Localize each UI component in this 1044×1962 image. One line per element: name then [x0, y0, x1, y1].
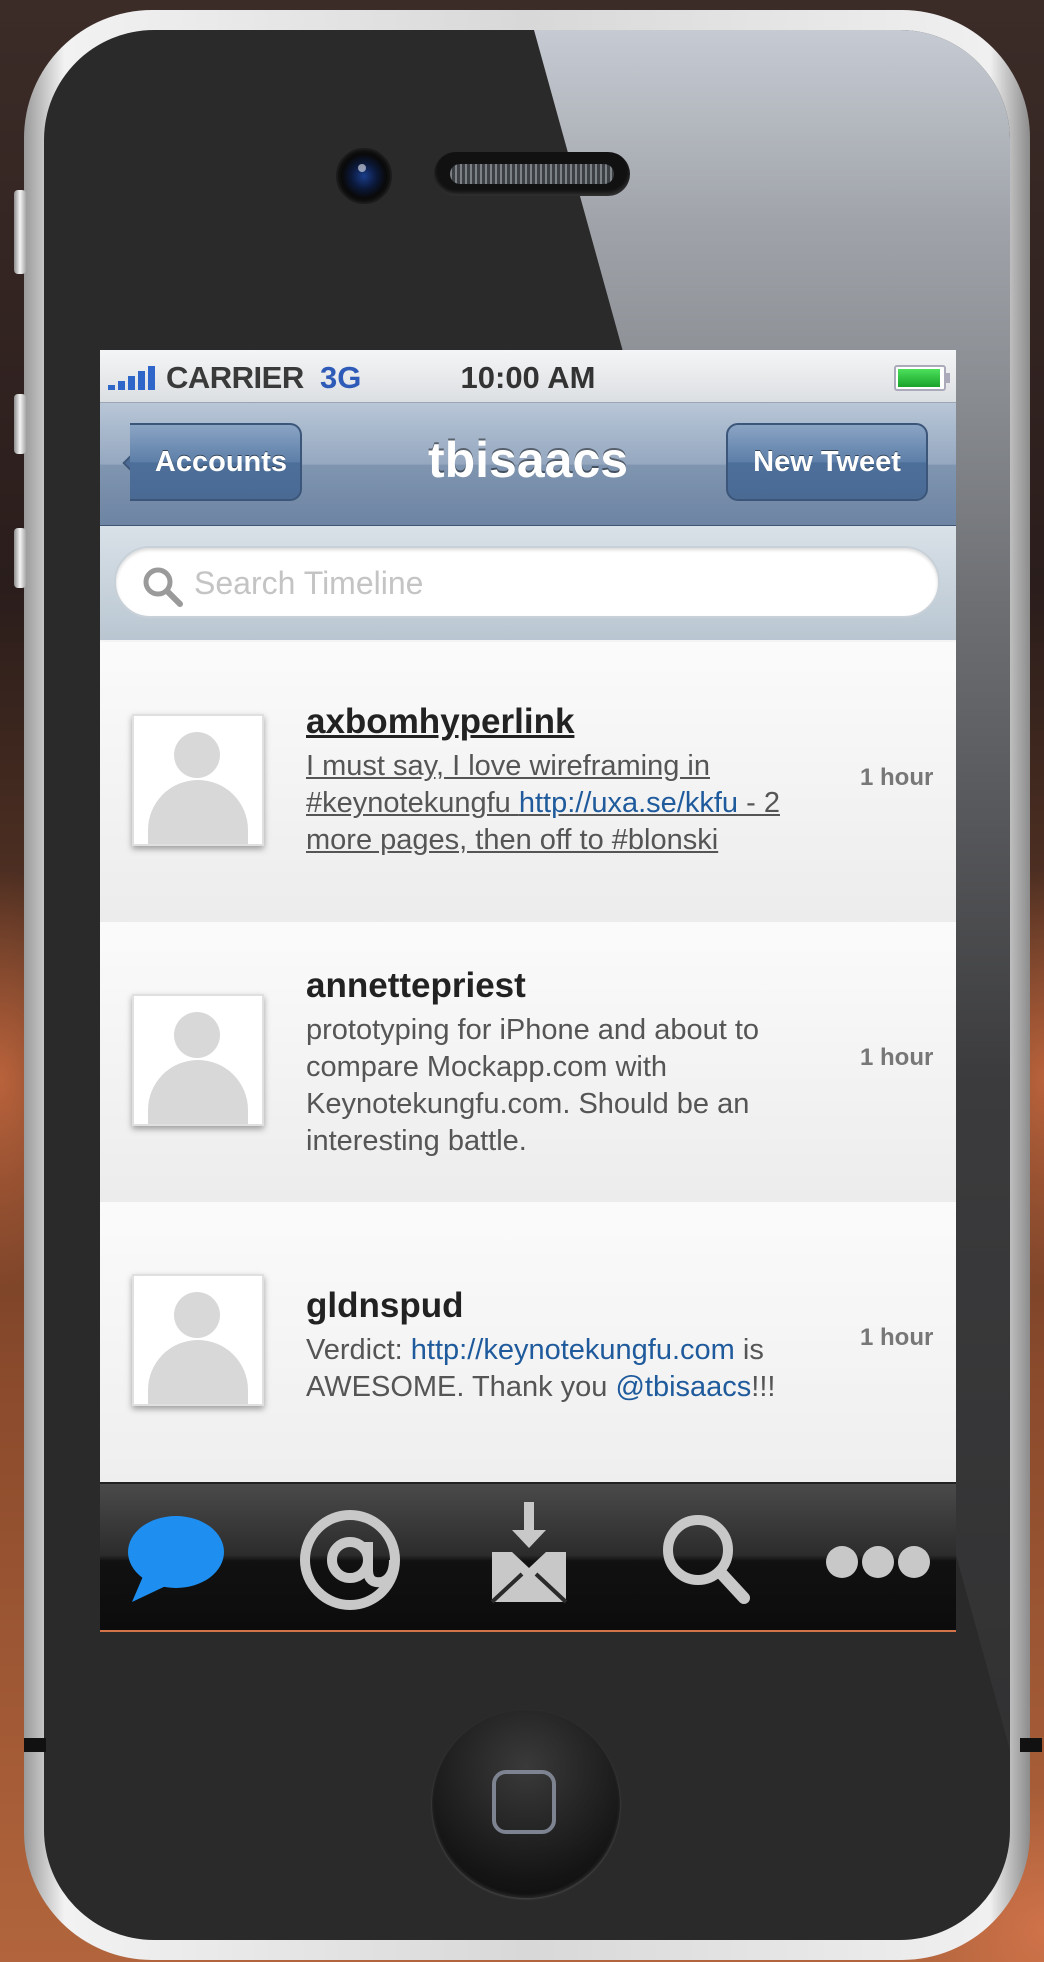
search-field[interactable] — [114, 546, 940, 618]
tweet-username[interactable]: annettepriest — [306, 966, 526, 1006]
home-button[interactable] — [432, 1710, 620, 1898]
tweet-username[interactable]: gldnspud — [306, 1286, 463, 1326]
search-icon — [663, 1515, 750, 1604]
antenna-band-left — [24, 1738, 46, 1752]
camera-icon — [336, 148, 392, 204]
search-input[interactable] — [192, 548, 916, 618]
more-icon — [826, 1546, 930, 1578]
battery-icon — [894, 365, 950, 391]
tweet-link[interactable]: http://keynotekungfu.com — [411, 1334, 735, 1366]
avatar-placeholder-icon — [132, 714, 264, 846]
tweet-username[interactable]: axbomhyperlink — [306, 702, 574, 742]
mute-switch — [14, 190, 26, 274]
tweet-text: I must say, I love wireframing in #keyno… — [306, 748, 826, 859]
tweet-mention[interactable]: @tbisaacs — [615, 1371, 751, 1403]
tweet-text-part: Verdict: — [306, 1334, 411, 1366]
volume-down-button — [14, 528, 26, 588]
tweet-row[interactable]: axbomhyperlink I must say, I love wirefr… — [100, 642, 956, 924]
at-sign-icon — [300, 1510, 400, 1610]
tweet-text-part: !!! — [751, 1371, 776, 1403]
tweet-link[interactable]: http://uxa.se/kkfu — [519, 787, 738, 819]
status-time: 10:00 AM — [460, 360, 596, 395]
tweet-timestamp: 1 hour — [860, 1044, 934, 1071]
home-square-icon — [492, 1770, 556, 1834]
status-bar: CARRIER 3G 10:00 AM — [100, 350, 956, 403]
magnifier-icon — [143, 567, 183, 607]
tab-more[interactable] — [814, 1494, 944, 1624]
tweet-timestamp: 1 hour — [860, 764, 934, 791]
search-bar — [100, 526, 956, 640]
avatar-placeholder-icon — [132, 1274, 264, 1406]
antenna-band-right — [1020, 1738, 1042, 1752]
volume-up-button — [14, 394, 26, 454]
speech-bubble-icon — [128, 1516, 224, 1602]
new-tweet-button[interactable]: New Tweet — [726, 423, 928, 501]
screen: CARRIER 3G 10:00 AM Accounts tbisaacs Ne… — [100, 350, 956, 1632]
tab-mentions[interactable] — [288, 1494, 418, 1624]
tweet-text: Verdict: http://keynotekungfu.com is AWE… — [306, 1332, 826, 1406]
tab-search[interactable] — [640, 1494, 770, 1624]
tab-bar — [100, 1482, 956, 1632]
avatar-placeholder-icon — [132, 994, 264, 1126]
tweet-row[interactable]: annettepriest prototyping for iPhone and… — [100, 922, 956, 1204]
tab-timeline[interactable] — [114, 1494, 244, 1624]
tweet-text: prototyping for iPhone and about to comp… — [306, 1014, 760, 1157]
inbox-download-icon — [490, 1502, 568, 1604]
tab-messages[interactable] — [464, 1494, 594, 1624]
navigation-bar: Accounts tbisaacs New Tweet — [100, 403, 956, 526]
screen-edge — [100, 1630, 956, 1632]
earpiece-speaker — [434, 152, 630, 196]
tweet-timestamp: 1 hour — [860, 1324, 934, 1351]
